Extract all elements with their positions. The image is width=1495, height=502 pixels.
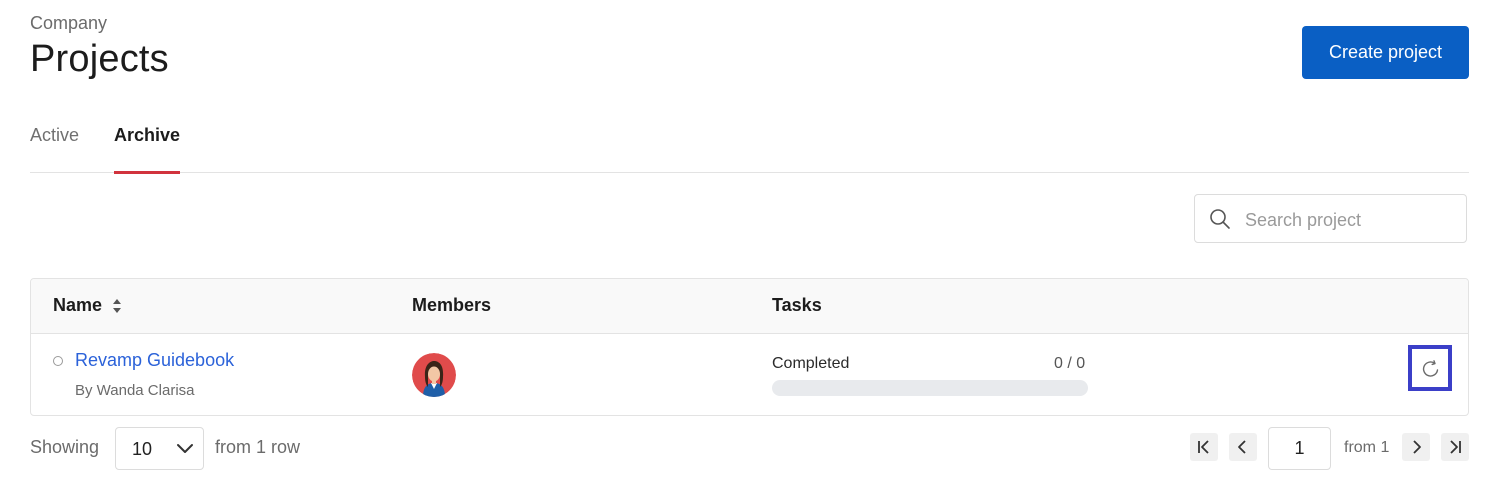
total-rows-label: from 1 row: [215, 437, 301, 457]
task-progress-bar: [772, 380, 1088, 396]
status-dot-icon: [53, 356, 63, 366]
restore-button[interactable]: [1408, 345, 1452, 391]
chevron-down-icon: [177, 444, 193, 453]
column-header-tasks: Tasks: [772, 295, 822, 315]
last-page-button[interactable]: [1441, 433, 1469, 461]
project-name-link[interactable]: Revamp Guidebook: [75, 350, 234, 371]
search-icon: [1210, 209, 1230, 229]
table-row: Revamp Guidebook By Wanda Clarisa Comple…: [31, 334, 1468, 415]
column-header-members: Members: [412, 295, 492, 315]
page-number-input[interactable]: [1268, 427, 1331, 470]
tab-active[interactable]: Active: [30, 125, 79, 171]
last-page-icon: [1450, 440, 1461, 454]
showing-label: Showing: [30, 437, 100, 457]
search-box[interactable]: [1194, 194, 1467, 243]
search-input[interactable]: [1243, 206, 1457, 234]
prev-page-button[interactable]: [1229, 433, 1257, 461]
first-page-icon: [1198, 440, 1209, 454]
column-header-name[interactable]: Name: [53, 295, 102, 316]
first-page-button[interactable]: [1190, 433, 1218, 461]
tab-archive[interactable]: Archive: [114, 125, 181, 174]
next-page-button[interactable]: [1402, 433, 1430, 461]
page-size-select[interactable]: 10: [115, 427, 204, 470]
project-owner: By Wanda Clarisa: [75, 382, 195, 399]
task-count: 0 / 0: [1054, 355, 1086, 372]
task-status-label: Completed: [772, 355, 850, 372]
chevron-right-icon: [1413, 440, 1421, 454]
tab-bar: Active Archive: [30, 110, 1469, 174]
chevron-left-icon: [1238, 440, 1246, 454]
sort-icon[interactable]: [111, 296, 123, 316]
table-header: Name Members Tasks: [31, 279, 1468, 334]
member-avatar-icon: [412, 353, 456, 397]
restore-icon: [1422, 360, 1439, 377]
breadcrumb: Company: [30, 13, 108, 33]
create-project-button[interactable]: Create project: [1302, 26, 1469, 79]
avatar[interactable]: [412, 353, 456, 397]
total-pages-label: from 1: [1344, 439, 1390, 456]
page-title: Projects: [30, 38, 169, 80]
page-size-value: 10: [132, 439, 153, 459]
projects-table: Name Members Tasks Revamp Guidebook By W…: [30, 278, 1469, 416]
